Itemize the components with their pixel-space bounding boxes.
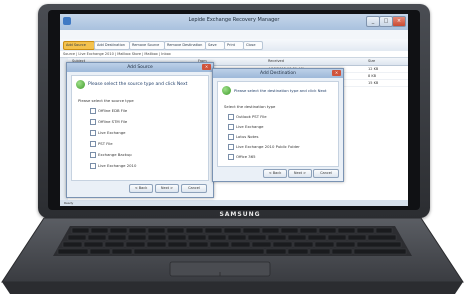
option-live-exchange[interactable]: Live Exchange [228, 124, 264, 130]
dialog-prompt: Please select the source type [78, 98, 134, 103]
cell-size: 8 KB [368, 74, 377, 78]
add-destination-dialog: Add Destination × Please select the dest… [212, 68, 344, 182]
maximize-button[interactable]: □ [379, 16, 393, 27]
option-exchange-backup[interactable]: Exchange Backup [90, 152, 132, 158]
laptop-screen: Lepide Exchange Recovery Manager _ □ × F… [60, 14, 408, 206]
toolbar-close-button[interactable]: Close [243, 41, 263, 50]
wizard-icon [76, 80, 85, 89]
close-button[interactable]: × [392, 16, 406, 27]
dialog-close-button[interactable]: × [332, 70, 341, 76]
header-received[interactable]: Received [268, 58, 284, 65]
dialog-body: Please select the destination type and c… [217, 81, 339, 167]
minimize-button[interactable]: _ [366, 16, 380, 27]
status-text: Ready [64, 201, 74, 205]
remove-destination-button[interactable]: Remove Destination [164, 41, 206, 50]
dialog-body: Please select the source type and click … [71, 75, 209, 181]
remove-source-button[interactable]: Remove Source [129, 41, 165, 50]
wizard-icon [222, 86, 231, 95]
dialog-heading: Please select the source type and click … [88, 82, 188, 87]
dialog-prompt: Select the destination type [224, 104, 276, 109]
add-destination-button[interactable]: Add Destination [94, 41, 130, 50]
cancel-button[interactable]: Cancel [313, 169, 339, 178]
dialog-title: Add Source [67, 63, 213, 72]
back-button[interactable]: < Back [129, 184, 153, 193]
status-bar: Ready [60, 200, 408, 206]
breadcrumb: Source | Live Exchange 2010 | Mailbox St… [60, 51, 408, 58]
option-offline-stm[interactable]: Offline STM File [90, 119, 127, 125]
dialog-close-button[interactable]: × [202, 64, 211, 70]
window-title: Lepide Exchange Recovery Manager [188, 17, 280, 23]
option-outlook-pst[interactable]: Outlook PST File [228, 114, 267, 120]
cell-size: 15 KB [368, 81, 379, 85]
cell-size: 12 KB [368, 67, 379, 71]
option-live-exchange-2010[interactable]: Live Exchange 2010 [90, 163, 136, 169]
option-public-folder[interactable]: Live Exchange 2010 Public Folder [228, 144, 300, 150]
option-live-exchange[interactable]: Live Exchange [90, 130, 126, 136]
window-titlebar: Lepide Exchange Recovery Manager _ □ × [60, 14, 408, 30]
option-offline-edb[interactable]: Offline EDB File [90, 108, 127, 114]
header-size[interactable]: Size [368, 58, 375, 65]
dialog-title: Add Destination [213, 69, 343, 78]
next-button[interactable]: Next > [288, 169, 312, 178]
back-button[interactable]: < Back [263, 169, 287, 178]
laptop-base [0, 216, 465, 298]
next-button[interactable]: Next > [155, 184, 179, 193]
option-office-365[interactable]: Office 365 [228, 154, 256, 160]
save-button[interactable]: Save [205, 41, 225, 50]
option-lotus-notes[interactable]: Lotus Notes [228, 134, 258, 140]
print-button[interactable]: Print [224, 41, 244, 50]
add-source-button[interactable]: Add Source [63, 41, 95, 50]
add-source-dialog: Add Source × Please select the source ty… [66, 62, 214, 198]
dialog-heading: Please select the destination type and c… [234, 88, 327, 93]
option-pst-file[interactable]: PST File [90, 141, 113, 147]
cancel-button[interactable]: Cancel [181, 184, 207, 193]
